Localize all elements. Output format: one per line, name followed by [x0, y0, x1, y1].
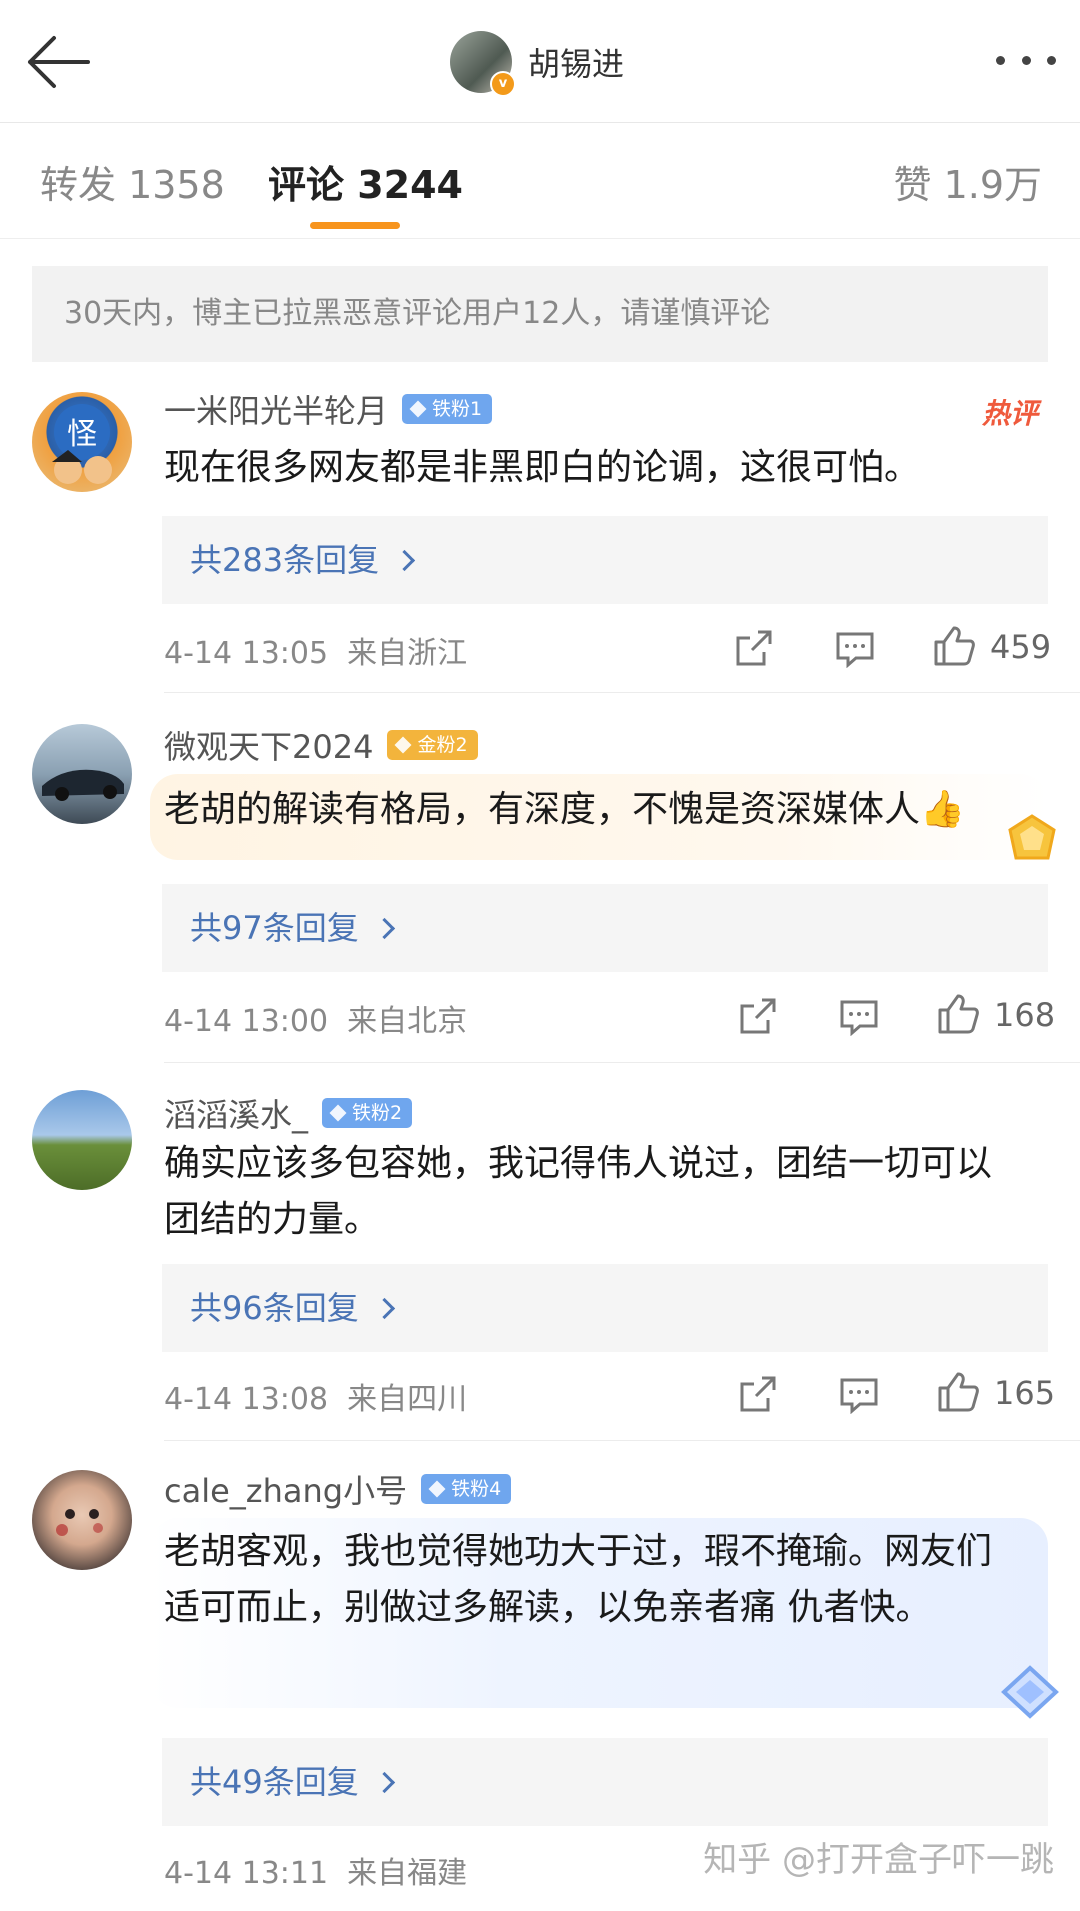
view-replies-button[interactable]: 共49条回复 [162, 1738, 1048, 1826]
diamond-icon [409, 400, 427, 418]
tab-reposts[interactable]: 转发 1358 [40, 154, 225, 209]
arrow-left-icon[interactable] [22, 32, 92, 92]
chevron-right-icon [393, 549, 416, 572]
like-count: 459 [990, 628, 1052, 666]
fan-badge: 铁粉4 [421, 1474, 512, 1504]
divider [164, 692, 1080, 693]
like-icon[interactable] [932, 624, 976, 668]
diamond-badge-icon [1001, 1665, 1059, 1719]
share-icon[interactable] [734, 628, 776, 668]
comment-meta: 4-14 13:11 来自福建 [164, 1856, 468, 1891]
avatar-image [42, 769, 124, 801]
comment-text: 老胡的解读有格局，有深度，不愧是资深媒体人👍 [164, 789, 965, 830]
like-icon[interactable] [936, 992, 980, 1036]
tab-likes[interactable]: 赞 1.9万 [893, 154, 1042, 209]
verified-v-icon: v [490, 71, 516, 97]
fan-badge: 铁粉1 [402, 394, 493, 424]
gold-badge-icon [1008, 814, 1056, 860]
comment-text: 现在很多网友都是非黑即白的论调，这很可怕。 [164, 447, 921, 488]
avatar[interactable]: v [450, 31, 516, 97]
author-name: cale_zhang小号 [164, 1472, 408, 1510]
profile-title[interactable]: v 胡锡进 [450, 31, 625, 97]
tab-bar: 转发 1358 评论 3244 赞 1.9万 [0, 122, 1080, 239]
share-icon[interactable] [738, 1374, 780, 1414]
watermark: 知乎 @打开盒子吓一跳 [703, 1840, 1054, 1880]
comment-meta: 4-14 13:05 来自浙江 [164, 636, 468, 671]
view-replies-button[interactable]: 共97条回复 [162, 884, 1048, 972]
comment-icon[interactable] [838, 998, 880, 1036]
avatar-image [56, 1509, 103, 1536]
fan-badge: 金粉2 [387, 730, 478, 760]
avatar[interactable]: 怪 [32, 392, 132, 492]
chevron-right-icon [373, 1297, 395, 1320]
hot-comment-tag: 热评 [981, 397, 1038, 430]
comment-author[interactable]: 一米阳光半轮月 铁粉1 [164, 386, 493, 432]
like-count: 165 [994, 1374, 1056, 1412]
diamond-icon [329, 1104, 347, 1122]
divider [164, 1440, 1080, 1441]
more-dots-icon[interactable] [996, 50, 1056, 70]
comment-icon[interactable] [834, 630, 876, 668]
avatar[interactable] [32, 724, 132, 824]
view-replies-button[interactable]: 共283条回复 [162, 516, 1048, 604]
comment-author[interactable]: 滔滔溪水_ 铁粉2 [164, 1090, 413, 1136]
avatar[interactable] [32, 1470, 132, 1570]
comment-text: 确实应该多包容她，我记得伟人说过，团结一切可以团结的力量。 [164, 1143, 993, 1240]
comment-icon[interactable] [838, 1376, 880, 1414]
comment-meta: 4-14 13:08 来自四川 [164, 1382, 468, 1417]
chevron-right-icon [373, 1771, 395, 1794]
comment-meta: 4-14 13:00 来自北京 [164, 1004, 468, 1039]
author-name: 滔滔溪水_ [164, 1096, 309, 1134]
fan-badge: 铁粉2 [322, 1098, 413, 1128]
like-count: 168 [994, 996, 1056, 1034]
view-replies-button[interactable]: 共96条回复 [162, 1264, 1048, 1352]
top-bar: v 胡锡进 [0, 0, 1080, 123]
notice-banner: 30天内，博主已拉黑恶意评论用户12人，请谨慎评论 [32, 266, 1048, 362]
author-name: 一米阳光半轮月 [164, 392, 389, 430]
active-tab-indicator [310, 222, 400, 229]
page-title: 胡锡进 [528, 45, 625, 83]
like-icon[interactable] [936, 1370, 980, 1414]
share-icon[interactable] [738, 996, 780, 1036]
tab-comments[interactable]: 评论 3244 [268, 154, 463, 209]
author-name: 微观天下2024 [164, 728, 374, 766]
avatar[interactable] [32, 1090, 132, 1190]
svg-text:怪: 怪 [67, 417, 97, 452]
divider [164, 1062, 1080, 1063]
diamond-icon [428, 1480, 446, 1498]
avatar-image: 怪 [52, 404, 112, 484]
comment-text: 老胡客观，我也觉得她功大于过，瑕不掩瑜。网友们适可而止，别做过多解读，以免亲者痛… [164, 1531, 993, 1628]
crown-icon [394, 736, 412, 754]
comment-author[interactable]: 微观天下2024 金粉2 [164, 722, 478, 768]
comment-author[interactable]: cale_zhang小号 铁粉4 [164, 1466, 512, 1512]
chevron-right-icon [373, 917, 395, 940]
